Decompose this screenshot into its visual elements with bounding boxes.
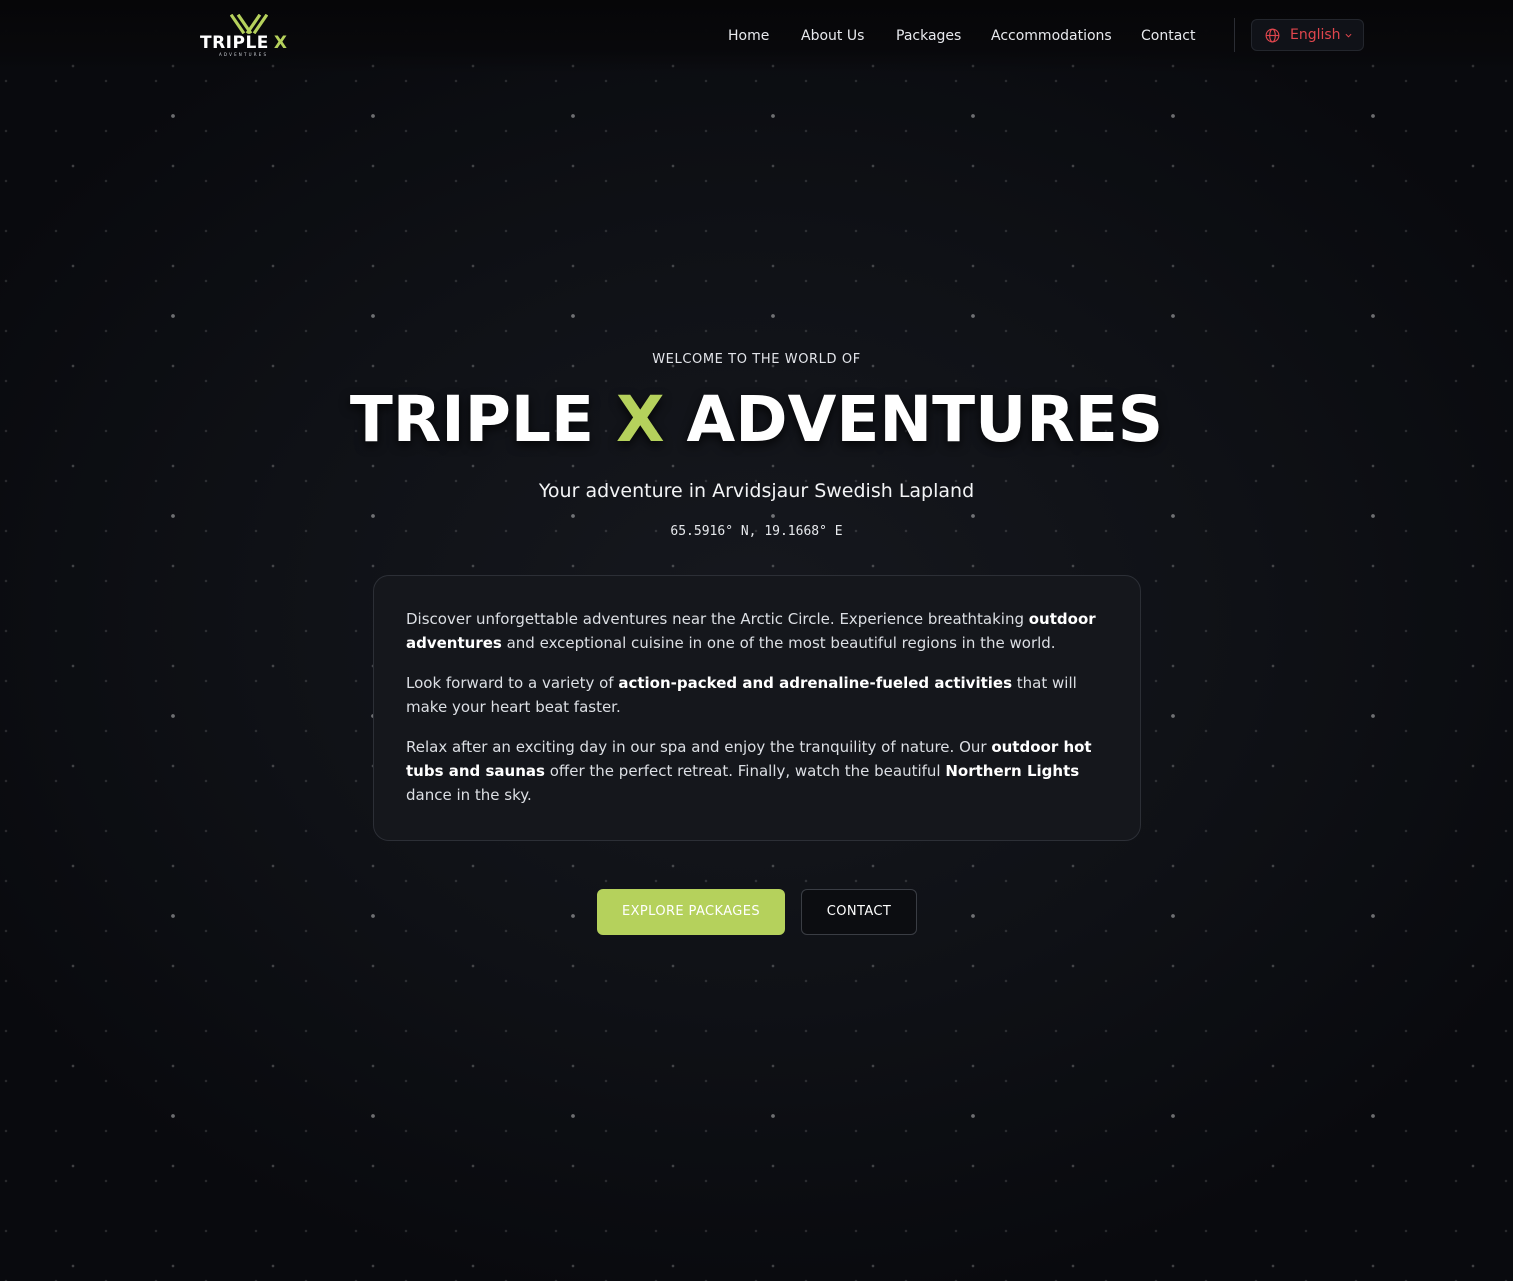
globe-icon <box>1265 28 1280 43</box>
nav-packages[interactable]: Packages <box>896 28 961 46</box>
site-header: TRIPLE X ADVENTURES Home About Us Package… <box>0 0 1513 72</box>
intro-p3-text-a: Relax after an exciting day in our spa a… <box>406 738 992 756</box>
intro-p2-highlight: action-packed and adrenaline-fueled acti… <box>618 674 1013 692</box>
nav-home[interactable]: Home <box>728 28 769 46</box>
intro-p1-text-a: Discover unforgettable adventures near t… <box>406 610 1029 628</box>
nav-divider <box>1234 18 1235 52</box>
intro-p3-text-c: offer the perfect retreat. Finally, watc… <box>544 762 946 780</box>
logo-wordmark: TRIPLE X <box>200 33 288 53</box>
language-selector[interactable]: English <box>1251 19 1364 51</box>
intro-p2-text-a: Look forward to a variety of <box>406 674 619 692</box>
hero-title-accent: X <box>616 383 665 456</box>
intro-p3-highlight-2: Northern Lights <box>945 762 1080 780</box>
intro-card: Discover unforgettable adventures near t… <box>373 575 1141 841</box>
logo-mark-icon <box>230 14 268 34</box>
intro-p1-text-c: and exceptional cuisine in one of the mo… <box>501 634 1056 652</box>
hero-coordinates: 65.5916° N, 19.1668° E <box>670 524 843 539</box>
intro-paragraph-3: Relax after an exciting day in our spa a… <box>406 735 1108 807</box>
explore-packages-button[interactable]: EXPLORE PACKAGES <box>597 889 785 935</box>
intro-paragraph-1: Discover unforgettable adventures near t… <box>406 607 1108 655</box>
nav-contact[interactable]: Contact <box>1141 28 1195 46</box>
logo-x: X <box>273 33 288 53</box>
logo-word: TRIPLE <box>200 33 269 53</box>
hero-title-part2: ADVENTURES <box>686 383 1164 456</box>
intro-paragraph-2: Look forward to a variety of action-pack… <box>406 671 1108 719</box>
language-label: English <box>1290 27 1341 43</box>
hero-eyebrow: WELCOME TO THE WORLD OF <box>652 352 861 367</box>
nav-about-us[interactable]: About Us <box>801 28 864 46</box>
chevron-down-icon <box>1345 33 1352 38</box>
contact-button[interactable]: CONTACT <box>801 889 917 935</box>
hero-title: TRIPLE X ADVENTURES <box>0 376 1513 464</box>
logo-subtitle: ADVENTURES <box>219 52 269 57</box>
logo[interactable]: TRIPLE X ADVENTURES <box>199 14 303 58</box>
nav-accommodations[interactable]: Accommodations <box>991 28 1112 46</box>
hero-subtitle: Your adventure in Arvidsjaur Swedish Lap… <box>538 480 975 502</box>
intro-p3-text-e: dance in the sky. <box>406 786 532 804</box>
hero-title-part1: TRIPLE <box>349 383 595 456</box>
page: TRIPLE X ADVENTURES Home About Us Package… <box>0 0 1513 1281</box>
